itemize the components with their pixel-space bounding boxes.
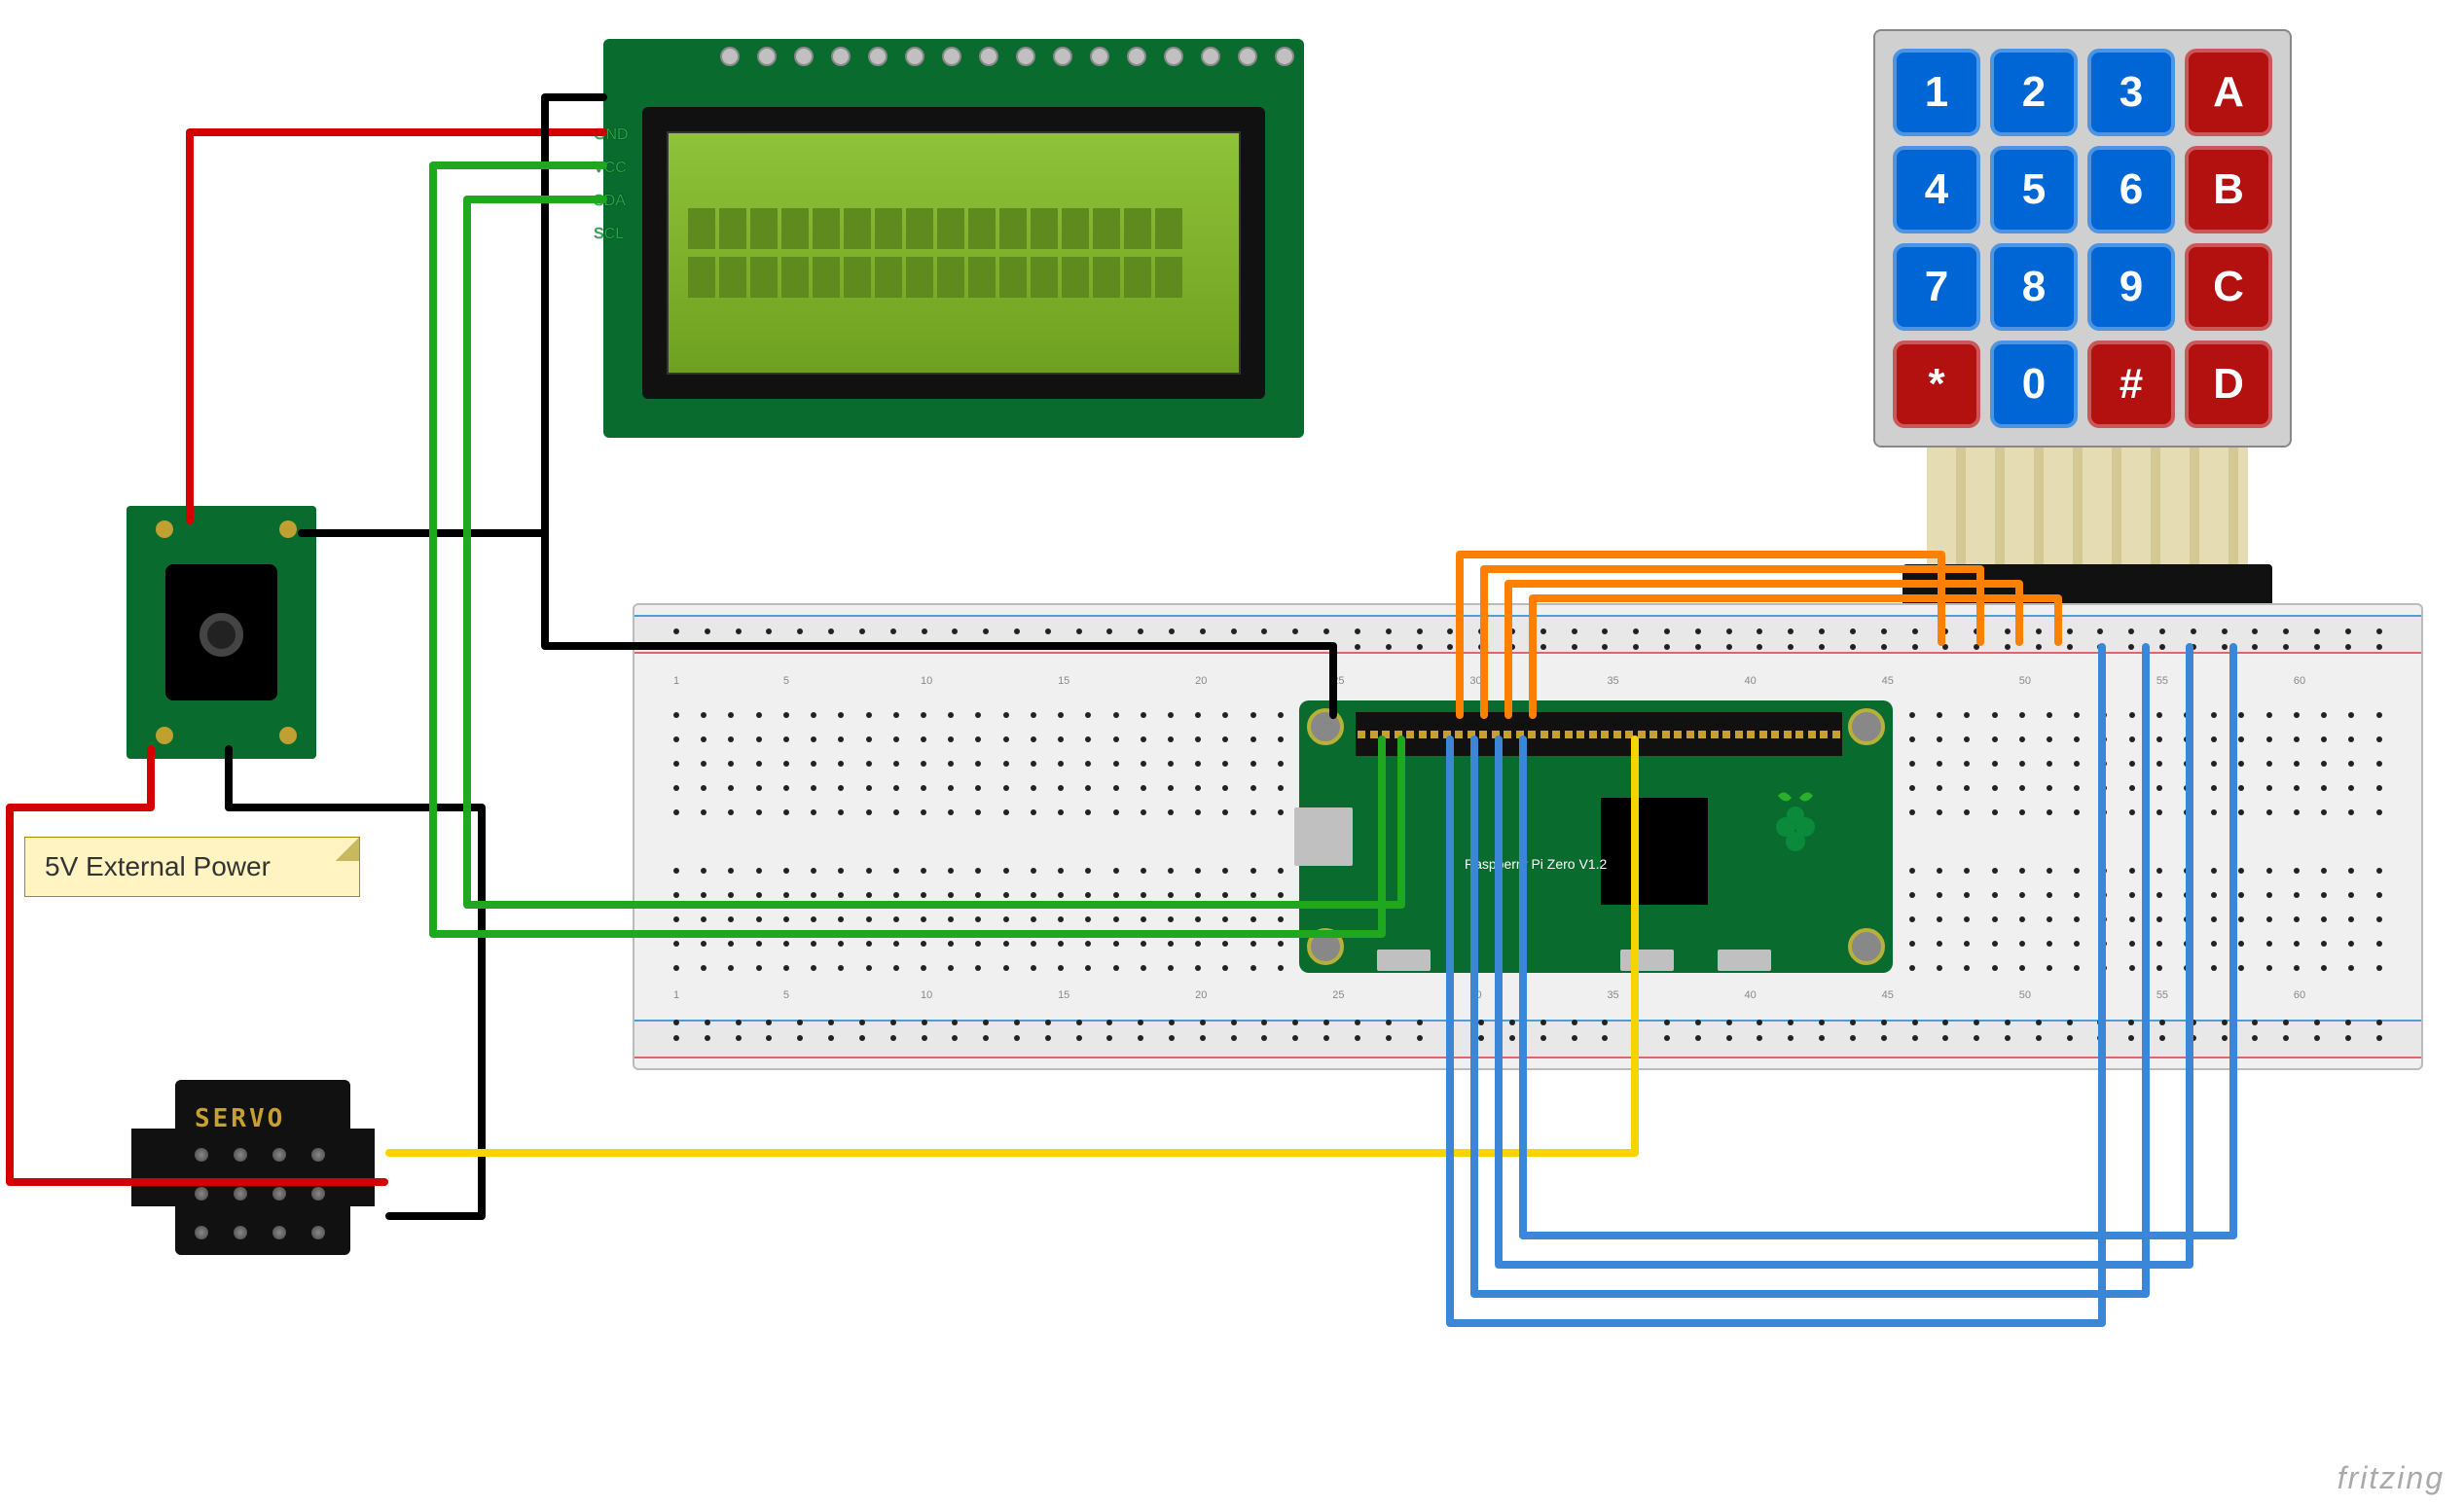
keypad-key-C[interactable]: C	[2185, 243, 2272, 331]
lcd-i2c-labels: GND VCC SDA SCL	[594, 126, 629, 243]
keypad-4x4: 123A 456B 789C *0#D	[1873, 29, 2292, 448]
servo-label: SERVO	[195, 1104, 285, 1133]
keypad-key-A[interactable]: A	[2185, 49, 2272, 136]
lcd-pin-gnd: GND	[594, 126, 629, 144]
lcd-screen: for(let i=0;i<16;i++)document.write('<di…	[667, 131, 1241, 375]
keypad-key-9[interactable]: 9	[2087, 243, 2175, 331]
servo-motor: SERVO	[117, 1022, 370, 1274]
pi-usb-port	[1620, 950, 1674, 971]
wire-vcc-to-lcd	[190, 132, 603, 520]
lcd-pin-sda: SDA	[594, 193, 629, 210]
keypad-key-0[interactable]: 0	[1990, 341, 2078, 428]
lcd-module: for(let i=0;i<16;i++)document.write('<di…	[603, 39, 1304, 438]
pi-sd-slot	[1294, 807, 1353, 866]
power-note: 5V External Power	[24, 837, 360, 897]
keypad-key-D[interactable]: D	[2185, 341, 2272, 428]
fritzing-diagram: for(let i=0;i<16;i++)document.write('<di…	[0, 0, 2464, 1506]
pi-logo-icon	[1766, 788, 1854, 885]
pi-hdmi-port	[1377, 950, 1431, 971]
lcd-pin-header: for(let i=0;i<16;i++)document.write('<di…	[720, 47, 1294, 66]
dc-power-jack	[127, 506, 316, 759]
keypad-key-2[interactable]: 2	[1990, 49, 2078, 136]
wire-gnd-lcd-to-jack	[302, 97, 603, 533]
barrel-jack	[165, 564, 277, 700]
pi-gpio-header	[1356, 712, 1842, 756]
pi-power-port	[1718, 950, 1771, 971]
fritzing-credit: fritzing	[2337, 1460, 2445, 1496]
keypad-key-*[interactable]: *	[1893, 341, 1980, 428]
keypad-key-7[interactable]: 7	[1893, 243, 1980, 331]
keypad-key-#[interactable]: #	[2087, 341, 2175, 428]
lcd-pin-vcc: VCC	[594, 160, 629, 177]
keypad-key-3[interactable]: 3	[2087, 49, 2175, 136]
lcd-bezel: for(let i=0;i<16;i++)document.write('<di…	[642, 107, 1265, 399]
lcd-pin-scl: SCL	[594, 226, 629, 243]
pi-label: Raspberry Pi Zero V1.2	[1465, 856, 1607, 872]
raspberry-pi-zero: Raspberry Pi Zero V1.2	[1299, 700, 1893, 973]
keypad-key-B[interactable]: B	[2185, 146, 2272, 233]
pi-soc-chip	[1601, 798, 1708, 905]
keypad-key-5[interactable]: 5	[1990, 146, 2078, 233]
power-note-text: 5V External Power	[45, 851, 271, 881]
keypad-key-8[interactable]: 8	[1990, 243, 2078, 331]
keypad-key-4[interactable]: 4	[1893, 146, 1980, 233]
keypad-key-6[interactable]: 6	[2087, 146, 2175, 233]
keypad-key-1[interactable]: 1	[1893, 49, 1980, 136]
keypad-ribbon-cable	[1927, 448, 2248, 564]
